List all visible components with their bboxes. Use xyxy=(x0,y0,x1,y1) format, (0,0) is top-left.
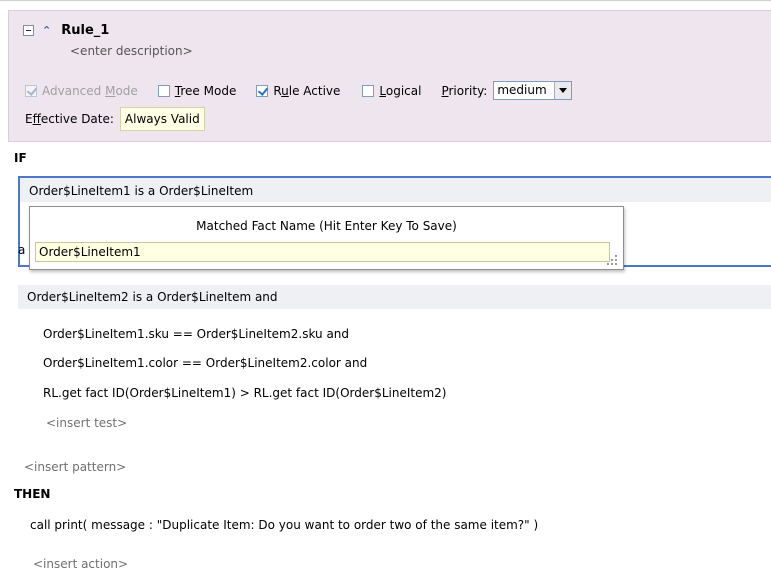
test-line-3[interactable]: RL.get fact ID(Order$LineItem1) > RL.get… xyxy=(43,386,446,400)
advanced-mode-label: Advanced Mode xyxy=(42,83,138,98)
tree-mode-option: Tree Mode xyxy=(157,83,237,98)
tree-mode-checkbox[interactable] xyxy=(157,84,170,97)
priority-field: Priority: medium xyxy=(441,81,573,100)
insert-test-link[interactable]: <insert test> xyxy=(46,416,127,430)
if-keyword: IF xyxy=(14,151,27,165)
priority-label: Priority: xyxy=(441,83,488,98)
then-keyword: THEN xyxy=(14,487,51,501)
fact-name-input[interactable]: Order$LineItem1 xyxy=(35,242,610,262)
chevron-up-icon[interactable]: ⌃ xyxy=(42,25,51,36)
tree-mode-label: Tree Mode xyxy=(174,83,237,98)
effective-date-label: Effective Date: xyxy=(25,112,114,126)
rule-options-row: Advanced Mode Tree Mode Rule Active Logi… xyxy=(25,81,573,100)
rule-name[interactable]: Rule_1 xyxy=(61,23,109,38)
priority-select[interactable]: medium xyxy=(493,81,573,100)
priority-value: medium xyxy=(497,83,547,97)
logical-option: Logical xyxy=(362,84,421,98)
obscured-text: a xyxy=(18,243,26,257)
rule-title-row: ⌃ Rule_1 xyxy=(23,23,109,38)
dropdown-arrow-icon[interactable] xyxy=(554,82,572,99)
popup-title: Matched Fact Name (Hit Enter Key To Save… xyxy=(196,219,457,233)
rule-header-panel: ⌃ Rule_1 <enter description> Advanced Mo… xyxy=(8,10,771,142)
effective-date-row: Effective Date: Always Valid xyxy=(25,107,205,131)
insert-action-link[interactable]: <insert action> xyxy=(33,557,128,571)
description-placeholder[interactable]: <enter description> xyxy=(70,44,193,58)
test-line-1[interactable]: Order$LineItem1.sku == Order$LineItem2.s… xyxy=(43,327,349,341)
logical-label: Logical xyxy=(379,83,422,98)
collapse-box-icon[interactable] xyxy=(23,25,34,36)
pattern-1-text[interactable]: Order$LineItem1 is a Order$LineItem xyxy=(20,178,771,202)
test-line-2[interactable]: Order$LineItem1.color == Order$LineItem2… xyxy=(43,356,367,370)
effective-date-value[interactable]: Always Valid xyxy=(119,107,205,131)
logical-checkbox[interactable] xyxy=(362,84,375,97)
insert-pattern-link[interactable]: <insert pattern> xyxy=(24,460,126,474)
advanced-mode-option: Advanced Mode xyxy=(25,84,138,98)
rule-active-option: Rule Active xyxy=(256,84,340,98)
top-border xyxy=(0,0,771,7)
resize-grip-icon[interactable] xyxy=(607,255,617,265)
rule-active-checkbox[interactable] xyxy=(256,84,269,97)
action-line[interactable]: call print( message : "Duplicate Item: D… xyxy=(30,518,538,532)
rule-active-label: Rule Active xyxy=(273,83,341,98)
pattern-2-text[interactable]: Order$LineItem2 is a Order$LineItem and xyxy=(18,285,771,309)
advanced-mode-checkbox[interactable] xyxy=(25,84,37,97)
fact-name-popup: Matched Fact Name (Hit Enter Key To Save… xyxy=(29,206,624,270)
